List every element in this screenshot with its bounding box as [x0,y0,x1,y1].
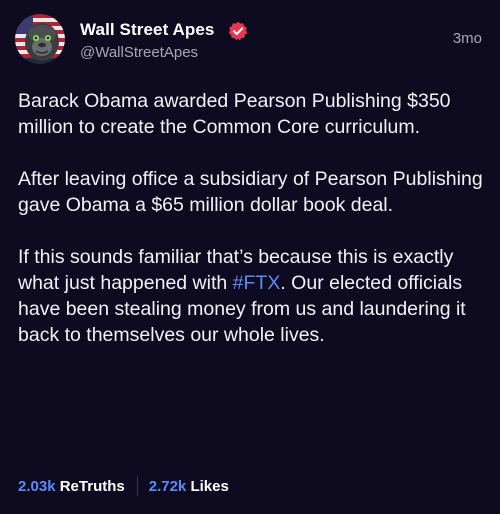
verified-badge-icon [228,21,248,41]
hashtag-link[interactable]: #FTX [233,272,281,294]
author-avatar[interactable] [15,14,65,64]
post-paragraph: Barack Obama awarded Pearson Publishing … [18,90,451,138]
post-paragraph: After leaving office a subsidiary of Pea… [18,168,483,216]
post-card: Wall Street Apes @WallStreetApes 3mo Bar… [0,0,500,514]
likes-stat[interactable]: 2.72k Likes [149,478,229,495]
author-display-name[interactable]: Wall Street Apes [80,20,215,40]
likes-label: Likes [190,477,229,495]
retruths-stat[interactable]: 2.03k ReTruths [18,478,125,495]
stats-divider [136,476,138,496]
post-timestamp[interactable]: 3mo [453,30,482,47]
retruths-count: 2.03k [18,477,56,495]
gorilla-flag-avatar-icon [15,14,65,64]
likes-count: 2.72k [148,477,187,495]
post-body: Barack Obama awarded Pearson Publishing … [18,88,488,374]
author-handle[interactable]: @WallStreetApes [80,44,198,61]
post-stats: 2.03k ReTruths 2.72k Likes [18,476,229,496]
retruths-label: ReTruths [59,477,125,495]
post-paragraph: If this sounds familiar that’s because t… [18,244,488,348]
